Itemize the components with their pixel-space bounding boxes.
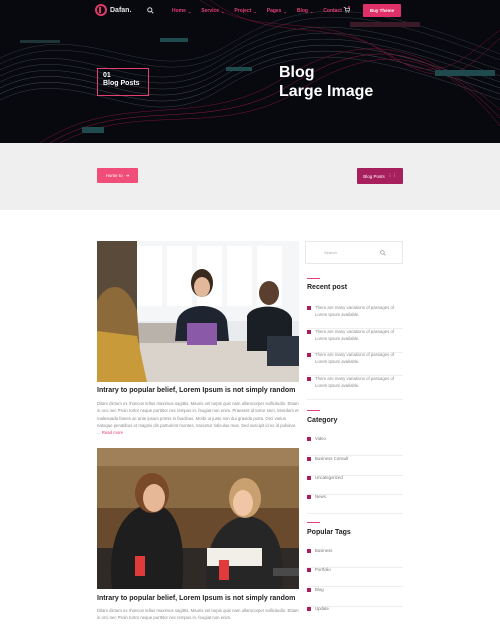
section-divider [307, 522, 320, 523]
bullet-icon [307, 495, 311, 499]
breadcrumb-band [0, 143, 500, 210]
menu-item-blog[interactable]: Blog ⌄ [297, 8, 313, 14]
recent-post-item[interactable]: There are many variations of passages of… [307, 304, 403, 329]
menu-item-service[interactable]: Service ⌄ [201, 8, 224, 14]
chevron-down-icon: ⌄ [187, 8, 192, 14]
bullet-icon [307, 353, 311, 357]
hero-banner: Dafan. Home ⌄ Service ⌄ Project ⌄ Pages ⌄ Bl… [0, 0, 500, 143]
chevron-down-icon: ⌄ [253, 8, 257, 14]
category-heading: Category [307, 417, 338, 424]
sidebar-search: Search [305, 241, 403, 264]
bullet-icon [307, 607, 311, 611]
section-divider [307, 410, 320, 411]
category-item[interactable]: Business Consult [307, 456, 403, 476]
blog-posts-label: Blog Posts [363, 173, 385, 179]
chevron-down-icon: ⌄ [283, 8, 287, 14]
breadcrumb-label: Blog Posts [103, 80, 140, 88]
bullet-icon [307, 476, 311, 480]
bullet-icon [307, 306, 311, 310]
logo-mark-icon [95, 4, 107, 16]
main-menu: Home ⌄ Service ⌄ Project ⌄ Pages ⌄ Blog ⌄ Con… [172, 8, 342, 14]
category-item[interactable]: Uncategorized [307, 475, 403, 495]
bullet-icon [307, 377, 311, 381]
site-logo[interactable]: Dafan. [95, 4, 131, 16]
category-label: News [315, 494, 326, 499]
post-excerpt: Dilam dictum ex rhoncus tellus maximus s… [97, 400, 300, 436]
tag-label: Portfolio [315, 567, 331, 572]
bullet-icon [307, 549, 311, 553]
recent-post-text: There are many variations of passages of… [315, 352, 395, 364]
recent-post-text: There are many variations of passages of… [315, 329, 395, 341]
category-label: Business Consult [315, 456, 349, 461]
breadcrumb-number: 01 [103, 72, 111, 79]
chevron-down-icon: ⌄ [221, 8, 225, 14]
bullet-icon [307, 568, 311, 572]
tag-label: Business [315, 548, 333, 553]
bullet-icon [307, 588, 311, 592]
menu-item-home[interactable]: Home ⌄ [172, 8, 191, 14]
tag-item[interactable]: Portfolio [307, 567, 403, 587]
home-to-label: Home to [105, 173, 123, 178]
bullet-icon [307, 457, 311, 461]
post-image[interactable] [97, 448, 299, 589]
tag-item[interactable]: Blog [307, 587, 403, 607]
category-item[interactable]: News [307, 494, 403, 514]
section-divider [307, 278, 320, 279]
logo-text: Dafan. [110, 6, 132, 14]
bullet-icon [307, 437, 311, 441]
grid-icon: ⋮⋮ [387, 173, 397, 178]
top-navigation: Dafan. Home ⌄ Service ⌄ Project ⌄ Pages ⌄ Bl… [0, 0, 500, 22]
page-title-line1: Blog [279, 64, 315, 81]
search-input[interactable]: Search [324, 250, 337, 255]
menu-item-pages[interactable]: Pages ⌄ [267, 8, 287, 14]
popular-tags-heading: Popular Tags [307, 529, 351, 536]
recent-post-item[interactable]: There are many variations of passages of… [307, 351, 403, 376]
breadcrumb-box: 01 Blog Posts [97, 68, 149, 96]
post-excerpt-text: Dilam dictum ex rhoncus tellus maximus s… [97, 608, 299, 621]
post-title[interactable]: Intrary to popular belief, Lorem Ipsum i… [97, 595, 302, 602]
post-image[interactable] [97, 241, 299, 382]
menu-item-contact[interactable]: Contact [323, 8, 342, 14]
tag-label: Blog [315, 587, 324, 592]
chevron-down-icon: ⌄ [309, 8, 314, 14]
cafe-friends-photo [97, 448, 299, 589]
recent-post-item[interactable]: There are many variations of passages of… [307, 328, 403, 353]
recent-post-text: There are many variations of passages of… [315, 376, 395, 388]
search-icon[interactable] [147, 7, 154, 14]
read-more-link[interactable]: Read more [102, 430, 123, 435]
tag-label: Update [315, 606, 329, 611]
tag-item[interactable]: Business [307, 548, 403, 568]
category-label: Uncategorized [315, 475, 343, 480]
menu-item-project[interactable]: Project ⌄ [234, 8, 256, 14]
page-title: Blog Large Image [279, 63, 479, 101]
blog-posts-button[interactable]: Blog Posts ⋮⋮ [357, 168, 403, 184]
tag-item[interactable]: Update [307, 606, 403, 625]
office-meeting-photo [97, 241, 299, 382]
bullet-icon [307, 330, 311, 334]
category-item[interactable]: Video [307, 436, 403, 456]
recent-post-text: There are many variations of passages of… [315, 305, 395, 317]
category-label: Video [315, 436, 326, 441]
recent-post-heading: Recent post [307, 284, 348, 291]
home-to-button[interactable]: Home to ➜ [97, 168, 138, 183]
page-title-line2: Large Image [279, 83, 374, 101]
recent-post-item[interactable]: There are many variations of passages of… [307, 375, 403, 400]
arrow-icon: ➜ [125, 172, 130, 178]
post-excerpt-text: Dilam dictum ex rhoncus tellus maximus s… [97, 401, 299, 436]
buy-theme-button[interactable]: Buy Theme [363, 4, 401, 17]
post-title[interactable]: Intrary to popular belief, Lorem Ipsum i… [97, 387, 302, 394]
post-excerpt: Dilam dictum ex rhoncus tellus maximus s… [97, 607, 300, 622]
cart-icon[interactable] [343, 6, 350, 13]
search-icon[interactable] [380, 250, 386, 256]
